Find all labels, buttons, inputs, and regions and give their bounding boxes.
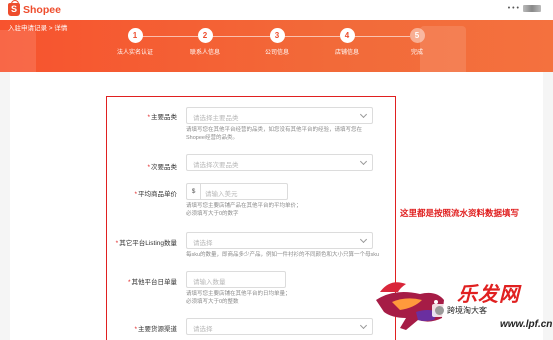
daily-orders-help: 请填写您主要店铺在其他平台的日均单量； 必须填写大于0的整数 xyxy=(186,291,291,306)
logo-text: Shopee xyxy=(23,3,61,16)
daily-orders-label: *其他平台日单量 xyxy=(128,276,177,286)
listing-count-label: *其它平台Listing数量 xyxy=(116,237,177,247)
required-mark: * xyxy=(147,164,150,171)
step-2: 2 联系人信息 xyxy=(175,28,235,56)
main-category-help: 请填写您在其他平台经营的品类，如您没有其他平台的经验，请填写您在 Shopee经… xyxy=(186,127,362,142)
avg-price-label-text: 平均商品单价 xyxy=(138,191,177,198)
chevron-down-icon xyxy=(359,157,368,166)
daily-orders-placeholder: 请输入数量 xyxy=(193,279,226,286)
sub-category-placeholder: 请选择次要品类 xyxy=(193,162,239,169)
daily-orders-input[interactable]: 请输入数量 xyxy=(186,271,286,288)
avg-price-help: 请填写您主要店铺产品在其他平台的平均单价； 必须填写大于0的数字 xyxy=(186,203,302,218)
help-line: 请填写您主要店铺产品在其他平台的平均单价； xyxy=(186,203,302,209)
daily-orders-label-text: 其他平台日单量 xyxy=(131,279,178,286)
avg-price-label: *平均商品单价 xyxy=(134,188,177,198)
chevron-down-icon xyxy=(359,321,368,330)
step-number: 4 xyxy=(339,28,355,43)
sub-category-label: *次要品类 xyxy=(147,161,177,171)
watermark-brand: 乐发网 xyxy=(457,282,520,306)
shopee-logo[interactable]: S Shopee xyxy=(8,0,61,16)
annotation-note: 这里都是按照流水资料数据填写 xyxy=(400,209,520,219)
required-mark: * xyxy=(134,191,137,198)
sub-category-label-text: 次要品类 xyxy=(151,164,177,171)
help-line: 必须填写大于0的整数 xyxy=(186,298,239,305)
main-channel-placeholder: 请选择 xyxy=(193,326,213,333)
user-menu[interactable]: • • • xyxy=(508,5,541,12)
main-channel-label-text: 主要货源渠道 xyxy=(138,326,177,333)
main-channel-label: *主要货源渠道 xyxy=(134,323,177,333)
shopee-bag-icon: S xyxy=(8,0,20,16)
help-line: 必须填写大于0的数字 xyxy=(186,210,239,217)
step-number: 1 xyxy=(127,28,143,43)
top-bar: S Shopee • • • xyxy=(0,0,553,20)
step-number: 3 xyxy=(269,28,285,43)
watermark-url: www.lpf.cn xyxy=(500,319,553,330)
help-line: 每sku的数量，即商品多少产品，例如一件衬衫的不同颜色和大小只算一个母sku xyxy=(186,252,380,258)
main-category-label: *主要品类 xyxy=(147,111,177,121)
required-mark: * xyxy=(147,114,150,121)
step-1: 1 法人实名认证 xyxy=(105,28,165,56)
chevron-down-icon xyxy=(359,235,368,244)
logo-glyph: S xyxy=(10,4,17,14)
step-indicator: 1 法人实名认证 2 联系人信息 3 公司信息 4 店铺信息 5 完成 xyxy=(0,28,553,68)
user-id-redacted xyxy=(523,5,541,12)
help-line: Shopee经营的品类。 xyxy=(186,134,238,141)
currency-prefix: $ xyxy=(187,184,201,199)
step-label: 法人实名认证 xyxy=(116,50,153,56)
listing-count-select[interactable]: 请选择 xyxy=(186,232,373,249)
step-number: 5 xyxy=(409,28,425,43)
watermark: 乐发网 跨境淘大客 www.lpf.cn xyxy=(372,272,553,340)
step-number: 2 xyxy=(197,28,213,43)
user-name: • • • xyxy=(507,5,519,12)
main-channel-select[interactable]: 请选择 xyxy=(186,318,373,335)
main-category-placeholder: 请选择主要品类 xyxy=(193,115,239,122)
step-label: 公司信息 xyxy=(264,50,289,56)
step-label: 联系人信息 xyxy=(189,50,220,56)
watermark-account: 跨境淘大客 xyxy=(447,306,487,315)
help-line: 请填写您主要店铺在其他平台的日均单量； xyxy=(186,291,291,297)
wechat-badge: 跨境淘大客 xyxy=(432,304,490,317)
required-mark: * xyxy=(127,279,131,286)
step-label: 店铺信息 xyxy=(334,50,359,56)
avg-price-placeholder: 请输入美元 xyxy=(205,191,238,198)
chevron-down-icon xyxy=(359,110,368,119)
wechat-icon xyxy=(435,306,444,315)
step-5: 5 完成 xyxy=(387,28,447,56)
progress-banner: 入驻申请记录 > 详情 1 法人实名认证 2 联系人信息 3 公司信息 4 店铺… xyxy=(0,20,553,72)
sub-category-select[interactable]: 请选择次要品类 xyxy=(186,154,373,171)
help-line: 请填写您在其他平台经营的品类，如您没有其他平台的经验，请填写您在 xyxy=(186,127,363,133)
required-mark: * xyxy=(115,240,119,247)
required-mark: * xyxy=(134,326,137,333)
listing-count-label-text: 其它平台Listing数量 xyxy=(119,240,177,247)
step-3: 3 公司信息 xyxy=(247,28,307,56)
main-category-label-text: 主要品类 xyxy=(151,114,177,121)
main-category-select[interactable]: 请选择主要品类 xyxy=(186,107,373,124)
avg-price-input[interactable]: $ 请输入美元 xyxy=(186,183,288,200)
listing-count-placeholder: 请选择 xyxy=(193,240,213,247)
listing-count-help: 每sku的数量，即商品多少产品，例如一件衬衫的不同颜色和大小只算一个母sku xyxy=(186,252,379,260)
step-label: 完成 xyxy=(410,50,423,56)
step-4: 4 店铺信息 xyxy=(317,28,377,56)
